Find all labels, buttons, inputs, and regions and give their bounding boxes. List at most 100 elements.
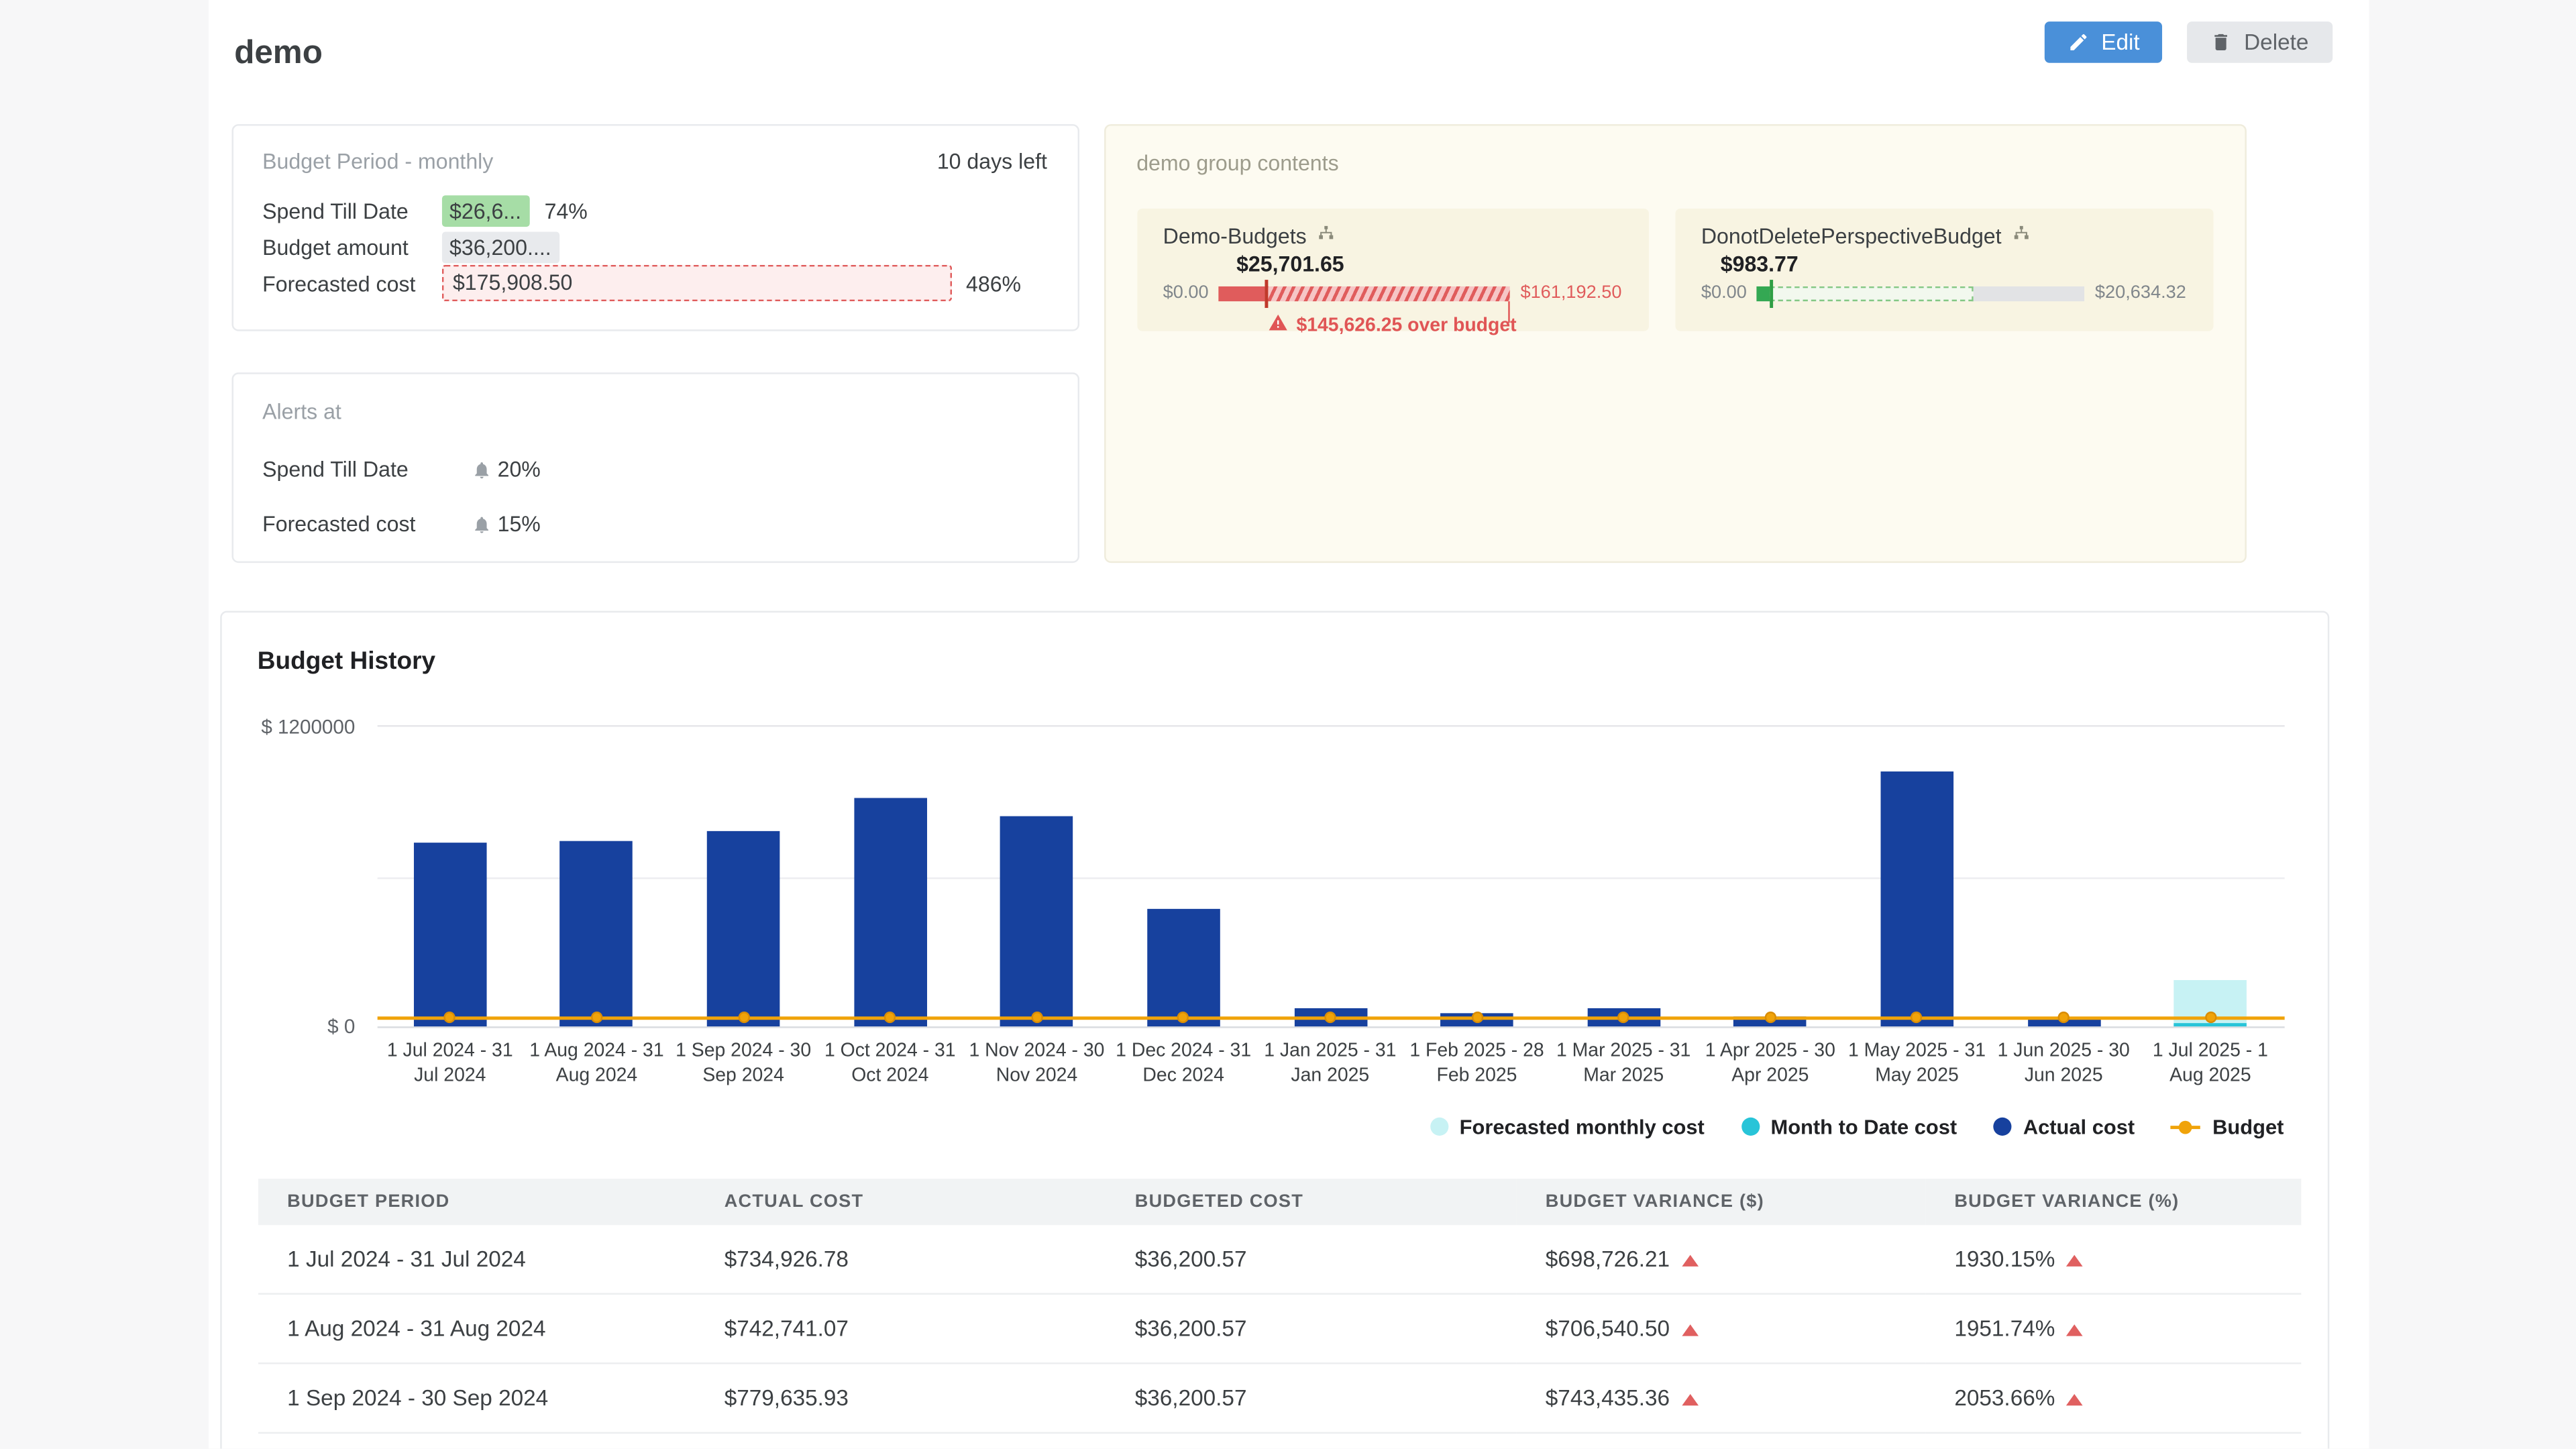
forecasted-cost-label: Forecasted cost — [262, 270, 441, 295]
alerts-card: Alerts at Spend Till Date 20% Forecasted… — [231, 372, 1079, 563]
page-header: demo Edit Delete — [208, 0, 2369, 83]
table-cell: $706,540.50 — [1515, 1293, 1925, 1363]
group-contents-title: demo group contents — [1136, 151, 1338, 176]
legend-item-budget[interactable]: Budget — [2171, 1116, 2284, 1139]
alert-spend-value: 20% — [498, 457, 541, 482]
budget-amount-label: Budget amount — [262, 234, 441, 259]
table-cell: 1 Aug 2024 - 31 Aug 2024 — [258, 1293, 695, 1363]
days-left-label: 10 days left — [937, 149, 1047, 174]
hierarchy-icon — [1316, 223, 1336, 248]
page: demo Edit Delete — [0, 0, 2576, 1448]
legend-dot-icon — [1741, 1118, 1759, 1136]
table-cell: 1951.74% — [1925, 1293, 2300, 1363]
budget-progress-bar — [1757, 286, 2085, 301]
legend-label: Actual cost — [2023, 1116, 2135, 1139]
spend-segment — [1757, 286, 1770, 301]
spend-till-date-label: Spend Till Date — [262, 198, 441, 223]
up-triangle-icon — [2067, 1324, 2084, 1336]
budget-history-chart: $ 1200000 $ 0 — [376, 725, 2284, 1028]
forecast-segment — [1770, 286, 1973, 301]
legend-line-icon — [2171, 1120, 2200, 1134]
chart-bar — [1000, 816, 1073, 1026]
table-cell: $779,635.93 — [694, 1363, 1105, 1433]
up-triangle-icon — [1681, 1254, 1698, 1266]
budget-line-dot — [591, 1012, 602, 1023]
x-axis-label: 1 Apr 2025 - 30 Apr 2025 — [1697, 1040, 1844, 1089]
budget-line-dot — [1324, 1012, 1336, 1023]
budget-line-dot — [1031, 1012, 1042, 1023]
table-row: 1 Aug 2024 - 31 Aug 2024$742,741.07$36,2… — [258, 1293, 2300, 1363]
chart-bar — [413, 843, 486, 1026]
budget-line-dot — [1471, 1012, 1483, 1023]
budget-amount-row: Budget amount $36,200.... — [262, 229, 1047, 265]
budget-tile-donotdelete[interactable]: DonotDeletePerspectiveBudget $983.77 $0.… — [1674, 209, 2212, 331]
table-header: BUDGET PERIOD — [258, 1179, 695, 1225]
chart-bar — [1880, 771, 1953, 1026]
table-header: BUDGET VARIANCE ($) — [1515, 1179, 1925, 1225]
x-axis-labels: 1 Jul 2024 - 31 Jul 20241 Aug 2024 - 31 … — [376, 1040, 2284, 1089]
chart-bar — [707, 831, 780, 1026]
remaining-segment — [1974, 286, 2085, 301]
x-axis-label: 1 Feb 2025 - 28 Feb 2025 — [1403, 1040, 1550, 1089]
budget-history-card: Budget History $ 1200000 $ 0 1 Jul 2024 … — [219, 611, 2328, 1449]
budget-history-table: BUDGET PERIODACTUAL COSTBUDGETED COSTBUD… — [258, 1179, 2300, 1434]
budget-current-amount: $983.77 — [1721, 252, 1799, 276]
left-column: Budget Period - monthly 10 days left Spe… — [231, 124, 1079, 563]
over-budget-label: $145,626.25 over budget — [1296, 315, 1516, 335]
budget-history-title: Budget History — [258, 645, 2297, 677]
delete-button[interactable]: Delete — [2188, 21, 2332, 63]
edit-button[interactable]: Edit — [2045, 21, 2163, 63]
bell-icon — [471, 460, 491, 480]
table-cell: 1 Jul 2024 - 31 Jul 2024 — [258, 1225, 695, 1293]
trash-icon — [2211, 32, 2233, 53]
delete-button-label: Delete — [2244, 30, 2308, 54]
legend-dot-icon — [1430, 1118, 1448, 1136]
up-triangle-icon — [1681, 1394, 1698, 1405]
table-header: BUDGET VARIANCE (%) — [1925, 1179, 2300, 1225]
legend-item-actual-cost[interactable]: Actual cost — [1993, 1116, 2135, 1139]
content-column: demo Edit Delete — [208, 0, 2369, 1448]
x-axis-label: 1 Aug 2024 - 31 Aug 2024 — [523, 1040, 670, 1089]
x-axis-label: 1 Dec 2024 - 31 Dec 2024 — [1110, 1040, 1257, 1089]
alert-forecast-label: Forecasted cost — [262, 512, 471, 537]
pencil-icon — [2068, 32, 2090, 53]
table-header-row: BUDGET PERIODACTUAL COSTBUDGETED COSTBUD… — [258, 1179, 2300, 1225]
table-row: 1 Jul 2024 - 31 Jul 2024$734,926.78$36,2… — [258, 1225, 2300, 1293]
budget-tile-demo-budgets[interactable]: Demo-Budgets $25,701.65 $0.00 — [1136, 209, 1648, 331]
up-triangle-icon — [2067, 1394, 2084, 1405]
legend-item-month-to-date-cost[interactable]: Month to Date cost — [1741, 1116, 1957, 1139]
alerts-title: Alerts at — [262, 399, 341, 424]
legend-label: Forecasted monthly cost — [1460, 1116, 1705, 1139]
bar-max-label: $20,634.32 — [2095, 283, 2186, 303]
x-axis-label: 1 Jan 2025 - 31 Jan 2025 — [1256, 1040, 1403, 1089]
spend-segment — [1218, 286, 1265, 301]
budget-marker — [1770, 279, 1773, 307]
bar-max-label: $161,192.50 — [1520, 283, 1621, 303]
budget-amount-value: $36,200.... — [441, 231, 559, 262]
chart-bar — [854, 798, 927, 1027]
table-cell: 1 Sep 2024 - 30 Sep 2024 — [258, 1363, 695, 1433]
legend-item-forecasted-monthly-cost[interactable]: Forecasted monthly cost — [1430, 1116, 1705, 1139]
y-axis-max-label: $ 1200000 — [261, 715, 355, 739]
x-axis-label: 1 Sep 2024 - 30 Sep 2024 — [670, 1040, 817, 1089]
spend-till-date-percent: 74% — [545, 198, 588, 223]
header-actions: Edit Delete — [2045, 21, 2332, 63]
forecasted-cost-value: $175,908.50 — [441, 265, 951, 301]
chart-bar — [560, 841, 633, 1026]
table-cell: $36,200.57 — [1105, 1293, 1515, 1363]
budget-period-card: Budget Period - monthly 10 days left Spe… — [231, 124, 1079, 331]
alert-row-spend: Spend Till Date 20% — [262, 457, 1047, 482]
forecasted-cost-row: Forecasted cost $175,908.50 486% — [262, 265, 1047, 301]
x-axis-label: 1 Jun 2025 - 30 Jun 2025 — [1990, 1040, 2137, 1089]
up-triangle-icon — [1681, 1324, 1698, 1336]
chart-bar — [1147, 909, 1220, 1026]
table-header: ACTUAL COST — [694, 1179, 1105, 1225]
warning-icon — [1269, 313, 1289, 337]
group-contents-card: demo group contents Demo-Budgets $25,701… — [1104, 124, 2246, 563]
y-axis-min-label: $ 0 — [327, 1015, 355, 1038]
table-row: 1 Sep 2024 - 30 Sep 2024$779,635.93$36,2… — [258, 1363, 2300, 1433]
budget-line-dot — [1764, 1012, 1776, 1023]
budget-marker — [1265, 279, 1269, 307]
edit-button-label: Edit — [2101, 30, 2139, 54]
alert-row-forecast: Forecasted cost 15% — [262, 512, 1047, 537]
